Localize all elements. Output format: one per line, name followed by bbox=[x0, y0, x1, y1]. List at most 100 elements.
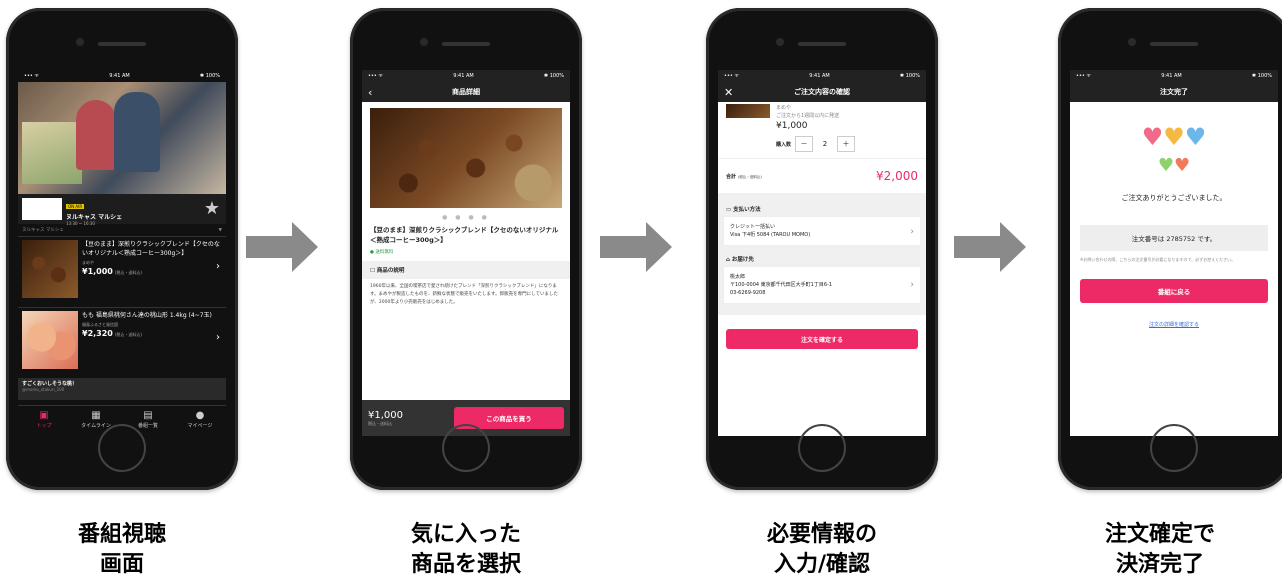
phone-product: ••• ᯤ 9:41 AM ✱ 100% ‹ 商品詳細 ● ● ● ● 【豆のまま】… bbox=[350, 8, 582, 490]
comment-text: すごくおいしそうな桃！ bbox=[22, 381, 78, 387]
item-price: ¥1,000 bbox=[82, 267, 113, 276]
back-to-program-button[interactable]: 番組に戻る bbox=[1080, 279, 1268, 303]
nav-bar: ✕ ご注文内容の確認 bbox=[718, 82, 926, 102]
shipping-badge: ● 送料無料 bbox=[370, 250, 394, 255]
item-title: 【豆のまま】深煎りクラシックブレンド【クセのないオリジナル＜熟成コーヒー300g… bbox=[82, 241, 220, 257]
screen-product-detail: ••• ᯤ 9:41 AM ✱ 100% ‹ 商品詳細 ● ● ● ● 【豆のまま】… bbox=[362, 70, 570, 436]
nav-title: ご注文内容の確認 bbox=[794, 88, 850, 96]
address-card[interactable]: 桃太郎 〒100-0004 東京都千代田区大手町1丁目6-1 03-6269-9… bbox=[724, 267, 920, 303]
price: ¥1,000 税込・送料込 bbox=[368, 409, 403, 426]
home-button[interactable] bbox=[798, 424, 846, 472]
total-amount: ¥2,000 bbox=[876, 169, 918, 183]
shop-name: まめや bbox=[776, 105, 792, 111]
peach-thumbnail bbox=[22, 311, 78, 369]
chevron-right-icon: › bbox=[910, 227, 914, 238]
screen-order-confirm: ••• ᯤ 9:41 AM ✱ 100% ✕ ご注文内容の確認 まめや ご注文から1… bbox=[718, 70, 926, 436]
star-icon[interactable]: ★ bbox=[204, 198, 220, 219]
caption-step-2: 気に入った 商品を選択 bbox=[410, 522, 521, 577]
sub-label: ヌルキャス マルシェ bbox=[22, 228, 64, 233]
details-section: ▭ 支払い方法 クレジット一括払い Visa 下4桁 5084 (TAROU M… bbox=[718, 201, 926, 315]
tab-mypage[interactable]: ● マイページ bbox=[174, 406, 226, 436]
product-item[interactable]: 【豆のまま】深煎りクラシックブレンド【クセのないオリジナル＜熟成コーヒー300g… bbox=[18, 236, 226, 307]
ship-note: ご注文から1週間以内に発送 bbox=[776, 113, 840, 119]
item-shop: 福島ふるさと発信園 bbox=[82, 322, 118, 327]
camera-dot bbox=[1128, 38, 1136, 46]
payment-card[interactable]: クレジット一括払い Visa 下4桁 5084 (TAROU MOMO) › bbox=[724, 217, 920, 245]
calendar-icon: ▦ bbox=[91, 410, 101, 421]
total-row: 合計 (税込・送料込) ¥2,000 bbox=[718, 158, 926, 201]
address-header: ⌂ お届け先 bbox=[718, 251, 926, 267]
camera-dot bbox=[76, 38, 84, 46]
phone-number: 03-6269-9208 bbox=[730, 290, 766, 296]
screen-program: ••• ᯤ 9:41 AM ✱ 100% ON AIR ヌルキャス マルシェ 1… bbox=[18, 70, 226, 436]
sub-header: ヌルキャス マルシェ ▼ bbox=[18, 224, 226, 236]
caption-step-1: 番組視聴 画面 bbox=[77, 522, 166, 577]
home-button[interactable] bbox=[442, 424, 490, 472]
chevron-down-icon[interactable]: ▼ bbox=[219, 228, 222, 233]
video-figure bbox=[114, 92, 160, 172]
home-button[interactable] bbox=[1150, 424, 1198, 472]
quantity-value[interactable]: 2 bbox=[817, 137, 833, 151]
camera-dot bbox=[776, 38, 784, 46]
chevron-right-icon: › bbox=[216, 261, 220, 272]
nav-title: 商品詳細 bbox=[452, 88, 480, 96]
status-bar: ••• ᯤ 9:41 AM ✱ 100% bbox=[718, 70, 926, 82]
speaker bbox=[442, 42, 490, 46]
coffee-thumbnail bbox=[22, 240, 78, 298]
product-photo[interactable] bbox=[370, 108, 562, 208]
heart-icon: ♥♥♥ ♥♥ bbox=[1141, 123, 1207, 176]
chevron-right-icon: › bbox=[910, 280, 914, 291]
thanks-message: ご注文ありがとうございました。 bbox=[1121, 194, 1227, 202]
card-info: Visa 下4桁 5084 (TAROU MOMO) bbox=[730, 232, 811, 238]
live-video[interactable] bbox=[18, 82, 226, 194]
carousel-dots[interactable]: ● ● ● ● bbox=[362, 214, 570, 221]
video-figure bbox=[76, 100, 116, 170]
battery: ✱ 100% bbox=[199, 73, 220, 79]
quantity-stepper: 購入数 － 2 ＋ bbox=[718, 132, 926, 158]
comment-user: @momo_otakuri_100 bbox=[22, 387, 65, 392]
status-bar: ••• ᯤ 9:41 AM ✱ 100% bbox=[1070, 70, 1278, 82]
product-item[interactable]: もも 福島県桃何さん達の桃山形 1.4kg (4~7玉) 福島ふるさと発信園 ¥… bbox=[18, 307, 226, 378]
order-details-link[interactable]: 注文の詳細を確認する bbox=[1070, 321, 1278, 328]
order-number: 注文番号は 2785752 です。 bbox=[1080, 225, 1268, 251]
speaker bbox=[1150, 42, 1198, 46]
minus-button[interactable]: － bbox=[795, 136, 814, 152]
screen-order-complete: ••• ᯤ 9:41 AM ✱ 100% 注文完了 ♥♥♥ ♥♥ ご注文ありがとうご… bbox=[1070, 70, 1278, 436]
tv-icon: ▣ bbox=[39, 410, 49, 421]
channel-time: 13:30 ~ 16:30 bbox=[66, 220, 95, 226]
home-button[interactable] bbox=[98, 424, 146, 472]
channel-name: ヌルキャス マルシェ bbox=[66, 213, 123, 221]
tab-top[interactable]: ▣ トップ bbox=[18, 406, 70, 436]
back-icon[interactable]: ‹ bbox=[368, 86, 372, 99]
item-price: ¥2,320 bbox=[82, 329, 113, 338]
nav-title: 注文完了 bbox=[1160, 88, 1188, 96]
channel-bar[interactable]: ON AIR ヌルキャス マルシェ 13:30 ~ 16:30 ★ bbox=[18, 194, 226, 226]
time: 9:41 AM bbox=[109, 73, 130, 79]
phone-watching: ••• ᯤ 9:41 AM ✱ 100% ON AIR ヌルキャス マルシェ 1… bbox=[6, 8, 238, 490]
total-label: 合計 bbox=[726, 173, 737, 180]
caption-step-3: 必要情報の 入力/確認 bbox=[766, 522, 877, 577]
nav-bar: 注文完了 bbox=[1070, 82, 1278, 102]
grid-icon: ▤ bbox=[143, 410, 153, 421]
payment-method: クレジット一括払い bbox=[730, 224, 776, 230]
comment-bar[interactable]: すごくおいしそうな桃！ @momo_otakuri_100 bbox=[18, 378, 226, 400]
description-text: 1960年以来、全国の喫茶店で愛され続けたブレンド「深煎りクラシックブレンド」に… bbox=[370, 284, 558, 305]
address: 〒100-0004 東京都千代田区大手町1丁目6-1 bbox=[730, 282, 833, 288]
close-icon[interactable]: ✕ bbox=[724, 86, 733, 99]
chevron-right-icon: › bbox=[216, 332, 220, 343]
unit-price: ¥1,000 bbox=[776, 121, 808, 131]
user-icon: ● bbox=[195, 410, 205, 421]
order-note: ※お問い合わせの際、こちらの注文番号が必要になりますので、必ずお控えください。 bbox=[1080, 257, 1236, 262]
tax-note: 税込・送料込 bbox=[368, 420, 392, 426]
status-bar: ••• ᯤ 9:41 AM ✱ 100% bbox=[18, 70, 226, 82]
description-header: ☐ 商品の説明 bbox=[362, 261, 570, 279]
caption-step-4: 注文確定で 決済完了 bbox=[1104, 522, 1215, 577]
item-title: もも 福島県桃何さん達の桃山形 1.4kg (4~7玉) bbox=[82, 312, 212, 319]
onair-badge: ON AIR bbox=[66, 203, 85, 209]
plus-button[interactable]: ＋ bbox=[837, 136, 856, 152]
confirm-order-button[interactable]: 注文を確定する bbox=[726, 329, 918, 349]
phone-complete: ••• ᯤ 9:41 AM ✱ 100% 注文完了 ♥♥♥ ♥♥ ご注文ありがとうご… bbox=[1058, 8, 1282, 490]
payment-header: ▭ 支払い方法 bbox=[718, 201, 926, 217]
signal: ••• ᯤ bbox=[24, 73, 40, 79]
camera-dot bbox=[420, 38, 428, 46]
